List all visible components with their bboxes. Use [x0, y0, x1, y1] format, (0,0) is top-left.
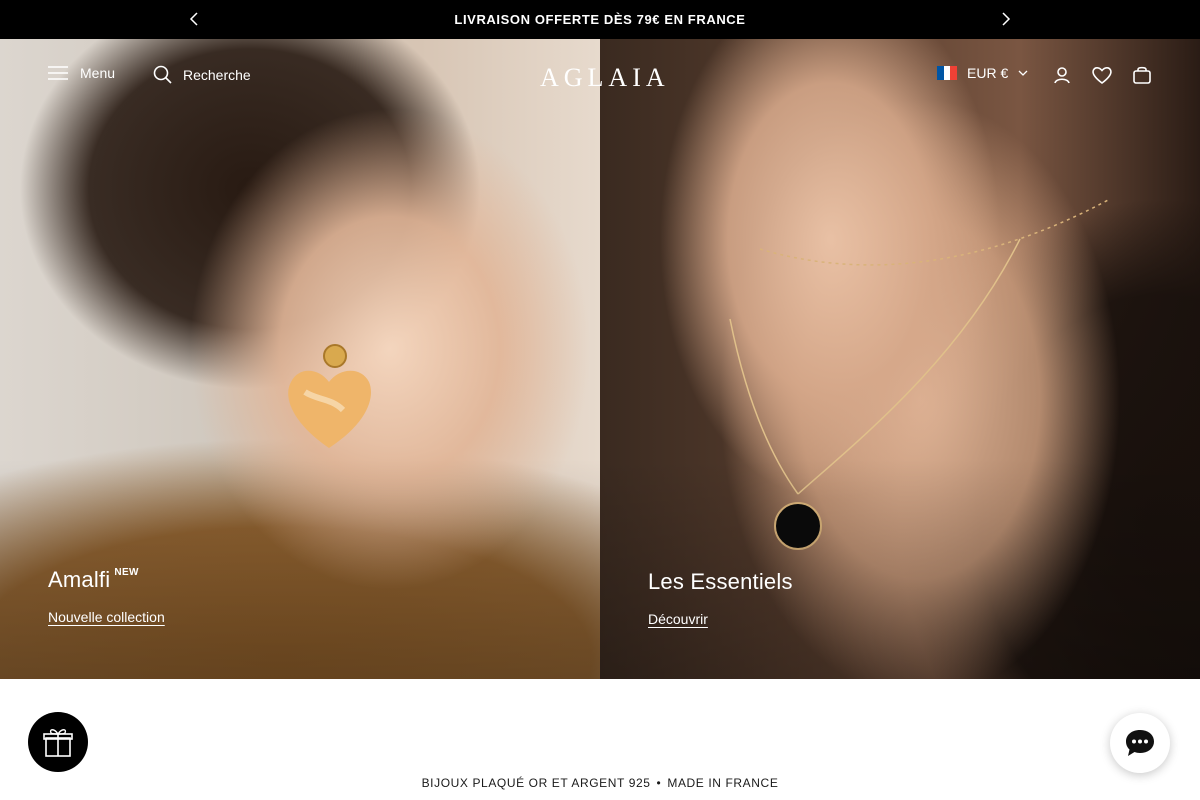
menu-icon — [48, 66, 68, 80]
menu-button[interactable]: Menu — [48, 65, 115, 81]
heart-earring-image — [288, 344, 371, 448]
chat-button[interactable] — [1110, 713, 1170, 773]
account-icon — [1054, 67, 1070, 84]
search-button[interactable]: Recherche — [153, 65, 251, 85]
site-header: Menu Recherche AGLAIA EUR € — [0, 39, 1200, 113]
chevron-right-icon[interactable] — [997, 10, 1015, 28]
cart-button[interactable] — [1131, 64, 1153, 86]
new-badge: NEW — [114, 567, 139, 578]
brand-tagline: BIJOUX PLAQUÉ OR ET ARGENT 925 • MADE IN F… — [0, 776, 1200, 790]
nouvelle-collection-link[interactable]: Nouvelle collection — [48, 609, 165, 625]
hero-title-essentiels: Les Essentiels — [648, 569, 793, 594]
gift-button[interactable] — [28, 712, 88, 772]
hero-caption-essentiels: Les Essentiels Découvrir — [648, 569, 793, 629]
france-flag-icon — [937, 66, 958, 80]
tagline-separator: • — [656, 776, 662, 790]
gift-icon — [43, 729, 73, 757]
chevron-left-icon[interactable] — [185, 10, 203, 28]
wishlist-heart-icon — [1092, 67, 1112, 85]
hero-banner: Amalfi NEW Nouvelle collection Les Essent… — [0, 39, 1200, 679]
cart-bag-icon — [1133, 66, 1151, 84]
tagline-materials: BIJOUX PLAQUÉ OR ET ARGENT 925 — [421, 776, 651, 790]
menu-label: Menu — [80, 65, 116, 81]
hero-panel-essentiels[interactable]: Les Essentiels Découvrir — [600, 39, 1200, 679]
currency-label: EUR € — [967, 65, 1009, 81]
account-button[interactable] — [1051, 64, 1073, 86]
search-icon — [153, 65, 172, 84]
chat-bubble-icon — [1126, 730, 1154, 756]
search-label: Recherche — [183, 67, 251, 83]
decouvrir-link[interactable]: Découvrir — [648, 611, 708, 627]
currency-selector[interactable]: EUR € — [937, 65, 1028, 81]
site-logo[interactable]: AGLAIA — [540, 63, 665, 93]
wishlist-button[interactable] — [1091, 64, 1113, 86]
announcement-message[interactable]: LIVRAISON OFFERTE DÈS 79€ EN FRANCE — [454, 12, 745, 27]
hero-title-amalfi: Amalfi — [48, 567, 111, 592]
announcement-bar: LIVRAISON OFFERTE DÈS 79€ EN FRANCE — [0, 0, 1200, 39]
hero-caption-amalfi: Amalfi NEW Nouvelle collection — [48, 567, 165, 627]
tagline-made-in-france: MADE IN FRANCE — [667, 776, 779, 790]
hero-panel-amalfi[interactable]: Amalfi NEW Nouvelle collection — [0, 39, 600, 679]
chevron-down-icon — [1018, 70, 1028, 76]
